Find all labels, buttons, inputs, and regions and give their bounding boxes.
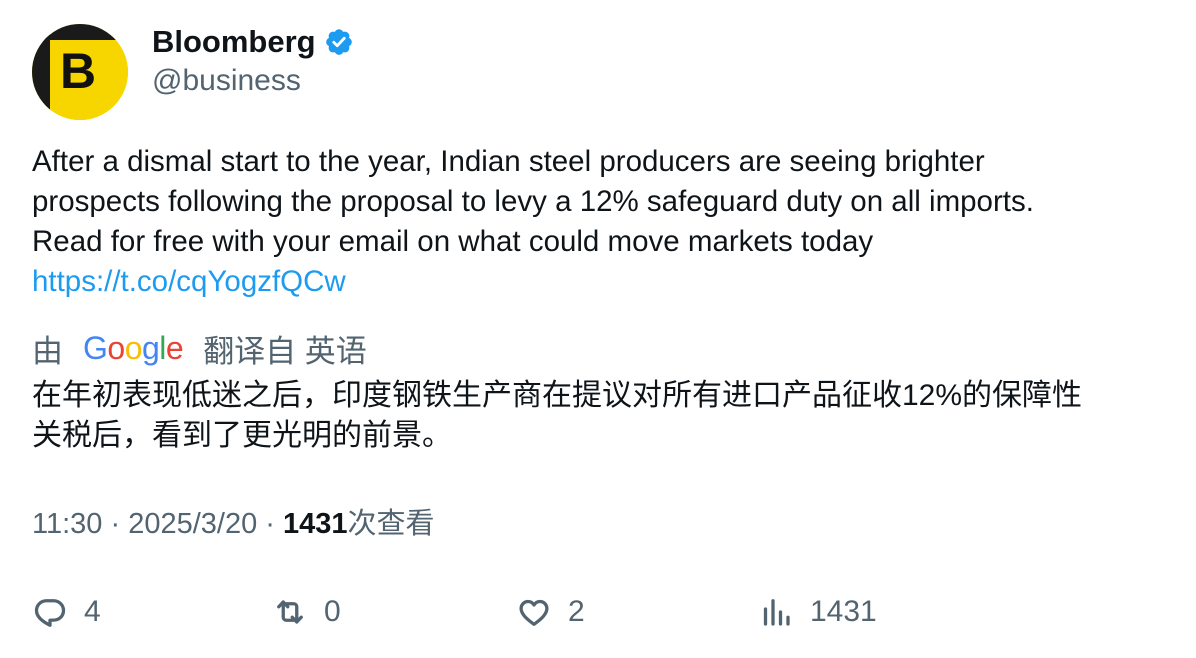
- translation-prefix: 由: [32, 333, 63, 369]
- tweet-meta: 11:30 · 2025/3/20 · 1431次查看: [32, 504, 435, 544]
- retweet-count: 0: [324, 595, 341, 628]
- tweet-date[interactable]: 2025/3/20: [128, 508, 257, 540]
- translated-text-line: 在年初表现低迷之后，印度钢铁生产商在提议对所有进口产品征收12%的保障性: [32, 379, 1083, 412]
- meta-separator: ·: [265, 508, 275, 540]
- translated-text: 在年初表现低迷之后，印度钢铁生产商在提议对所有进口产品征收12%的保障性 关税后…: [32, 376, 1172, 456]
- tweet-text-line: prospects following the proposal to levy…: [32, 185, 1034, 218]
- google-logo: Google: [83, 329, 184, 366]
- tweet-text: After a dismal start to the year, Indian…: [32, 142, 1162, 302]
- translation-suffix: 翻译自 英语: [203, 333, 367, 369]
- tweet-text-line: Read for free with your email on what co…: [32, 225, 874, 258]
- tweet-card: B Bloomberg @business After a dismal sta…: [0, 0, 1196, 658]
- tweet-time[interactable]: 11:30: [32, 508, 102, 540]
- views-button[interactable]: 1431: [758, 590, 877, 634]
- retweet-icon: [277, 600, 303, 624]
- like-count: 2: [568, 595, 585, 628]
- action-bar: 4 0 2 1431: [32, 590, 1162, 634]
- views-label: 次查看: [347, 508, 435, 540]
- avatar[interactable]: B: [32, 24, 128, 120]
- tweet-text-line: After a dismal start to the year, Indian…: [32, 145, 985, 178]
- author-display-name[interactable]: Bloomberg: [152, 24, 316, 60]
- views-action-count: 1431: [810, 595, 877, 628]
- author-name-row: Bloomberg: [152, 24, 354, 60]
- reply-button[interactable]: 4: [32, 590, 101, 634]
- translation-attribution: 由 Google 翻译自 英语: [32, 328, 367, 369]
- avatar-letter: B: [60, 43, 97, 99]
- views-count: 1431: [283, 508, 348, 540]
- tweet-link[interactable]: https://t.co/cqYogzfQCw: [32, 262, 1162, 302]
- verified-badge-icon: [325, 29, 352, 55]
- analytics-icon: [763, 599, 790, 626]
- reply-count: 4: [84, 595, 101, 628]
- translated-text-line: 关税后，看到了更光明的前景。: [32, 419, 452, 452]
- reply-icon: [34, 599, 66, 627]
- avatar-bg-dark-left: [32, 24, 50, 120]
- heart-icon: [519, 599, 549, 626]
- like-button[interactable]: 2: [516, 590, 585, 634]
- author-handle[interactable]: @business: [152, 64, 301, 98]
- meta-separator: ·: [110, 508, 121, 540]
- retweet-button[interactable]: 0: [272, 590, 341, 634]
